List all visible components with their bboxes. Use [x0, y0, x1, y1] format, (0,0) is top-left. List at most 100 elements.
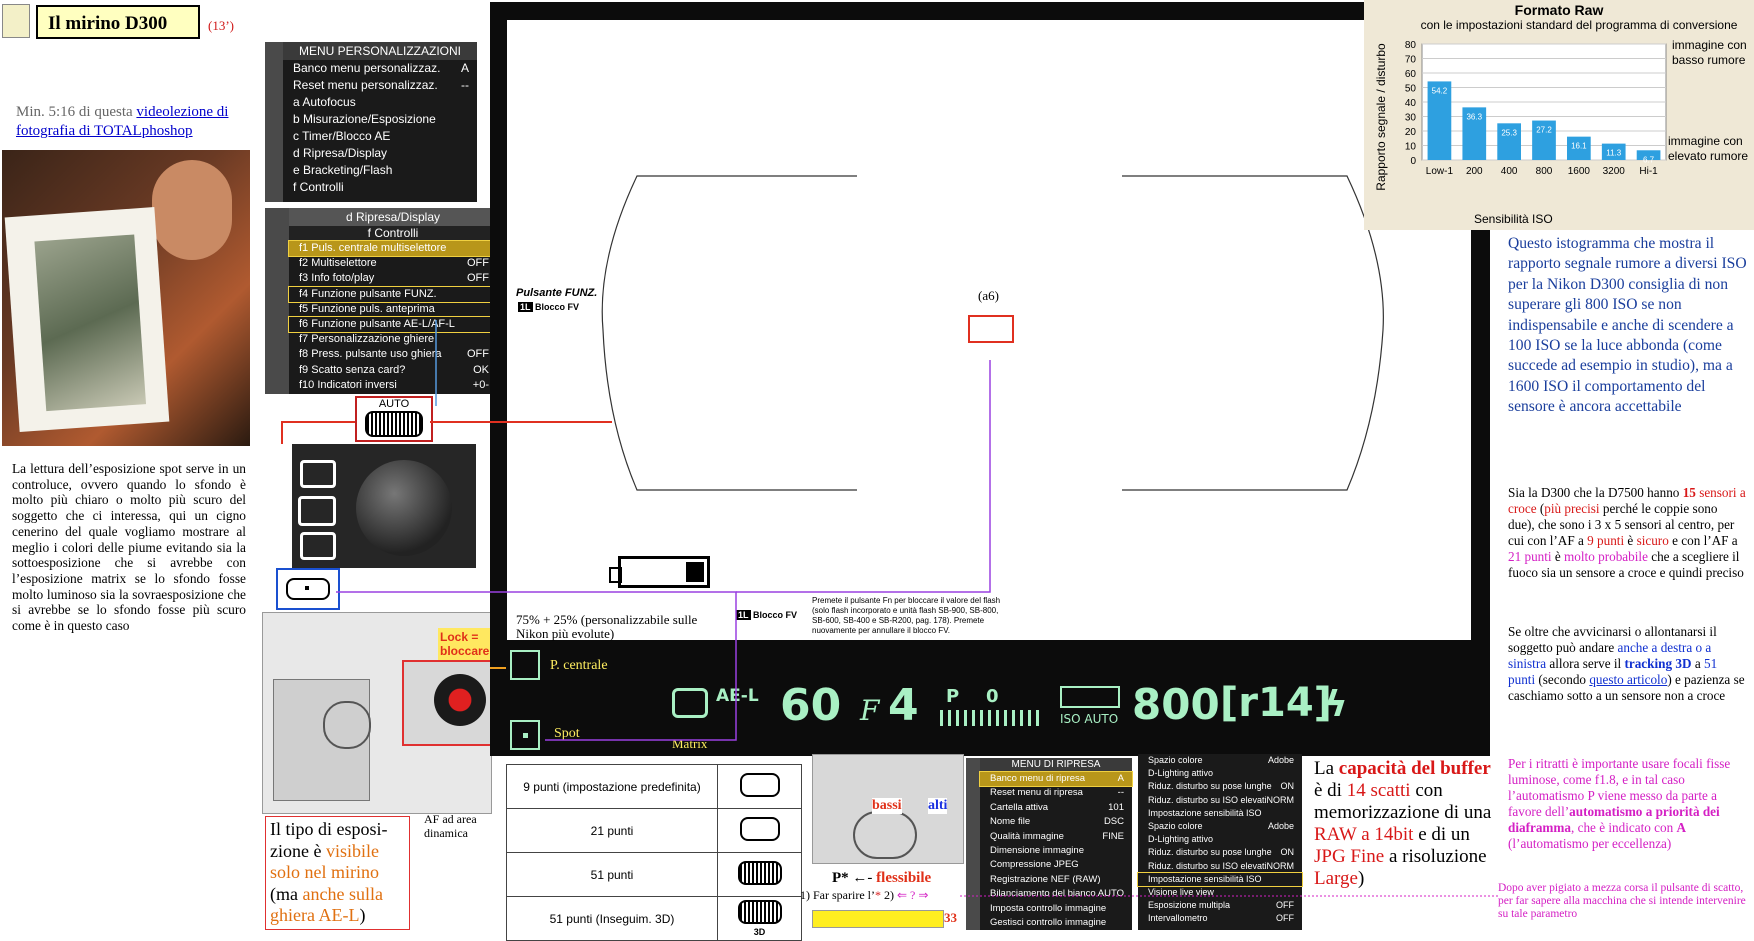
af-row: 21 punti: [506, 808, 802, 853]
menu-item-label: a Autofocus: [293, 95, 356, 109]
y-tick-label: 60: [1405, 69, 1417, 80]
playback-controls: [812, 910, 944, 928]
menu-item-label: Registrazione NEF (RAW): [990, 873, 1101, 885]
y-tick-label: 50: [1405, 84, 1417, 95]
dial-shape: [853, 811, 917, 859]
menu-item[interactable]: c Timer/Blocco AE: [283, 128, 477, 145]
menu-item[interactable]: Qualità immagine FINE: [980, 830, 1132, 844]
menu-item[interactable]: a Autofocus: [283, 94, 477, 111]
menu-item-value: OFF: [467, 272, 489, 285]
note-icon: [2, 4, 30, 38]
menu-item[interactable]: f10 Indicatori inversi +0-: [289, 378, 497, 393]
bar-value-label: 6.7: [1643, 155, 1655, 164]
menu-item[interactable]: f6 Funzione pulsante AE-L/AF-L: [288, 315, 498, 334]
menu-item-label: f1 Puls. centrale multiselettore: [299, 242, 447, 254]
menu-item[interactable]: b Misurazione/Esposizione: [283, 111, 477, 128]
aperture-f: F: [860, 694, 880, 727]
menu-item-label: Reset menu di ripresa: [990, 787, 1083, 799]
percent-note: 75% + 25% (personalizzabile sulle Nikon …: [516, 612, 698, 641]
menu-item-label: Impostazione sensibilità ISO: [1148, 873, 1262, 884]
menu-item-value: Adobe: [1267, 755, 1294, 765]
menu-item[interactable]: Registrazione NEF (RAW): [980, 873, 1132, 887]
menu-item[interactable]: f Controlli: [283, 179, 477, 196]
menu-item[interactable]: d Ripresa/Display: [283, 145, 477, 162]
menu-item-label: f5 Funzione puls. anteprima: [299, 302, 435, 315]
controls-menu: d Ripresa/Display f Controlli f1 Puls. c…: [265, 208, 498, 394]
menu-item[interactable]: D-Lighting attivo: [1138, 767, 1302, 780]
exposure-scale: [940, 710, 1044, 726]
menu-title: MENU PERSONALIZZAZIONI: [283, 42, 477, 60]
menu-item[interactable]: Riduz. disturbo su ISO elevati NORM: [1138, 794, 1302, 807]
menu-item-label: Cartella attiva: [990, 801, 1049, 813]
menu-item[interactable]: f2 Multiselettore OFF: [289, 256, 497, 271]
menu-item[interactable]: Cartella attiva 101: [980, 801, 1132, 815]
chart-xlabel: Sensibilità ISO: [1474, 212, 1553, 226]
menu-item[interactable]: Banco menu personalizzaz. A: [283, 60, 477, 77]
menu-item[interactable]: Reset menu di ripresa --: [980, 786, 1132, 800]
lock-label: Lock = bloccare: [438, 628, 494, 660]
menu-item-label: Banco menu personalizzaz.: [293, 61, 441, 75]
buffer-capacity-note: La capacità del buffer è di 14 scatti co…: [1314, 758, 1492, 889]
menu-item-value: AUTO: [1097, 888, 1124, 900]
presenter-face: [152, 160, 232, 260]
menu-item-value: OFF: [1276, 913, 1294, 924]
menu-item-label: Compressione JPEG: [990, 859, 1079, 871]
menu-item[interactable]: Riduz. disturbo su pose lunghe ON: [1138, 780, 1302, 793]
menu-side-strip: [265, 208, 289, 394]
menu-item[interactable]: Visione live view: [1138, 886, 1302, 899]
af-row: 51 punti: [506, 852, 802, 897]
menu-item[interactable]: Riduz. disturbo su ISO elevati NORM: [1138, 860, 1302, 873]
menu-item[interactable]: f4 Funzione pulsante FUNZ.: [288, 285, 498, 303]
multi-selector: [323, 701, 371, 749]
af-row: 51 punti (Inseguim. 3D) 3D: [506, 896, 802, 941]
x-tick-label: 800: [1536, 166, 1553, 177]
menu-item[interactable]: D-Lighting attivo: [1138, 833, 1302, 846]
menu-item-value: DSC: [1103, 816, 1124, 828]
menu-item-value: ON: [1280, 781, 1295, 792]
menu-item-label: Gestisci controllo immagine: [990, 916, 1107, 928]
x-tick-label: Hi-1: [1639, 166, 1658, 177]
menu-item[interactable]: Reset menu personalizzaz. --: [283, 77, 477, 94]
menu-item[interactable]: Riduz. disturbo su pose lunghe ON: [1138, 846, 1302, 859]
video-thumbnail[interactable]: [2, 150, 250, 446]
menu-item[interactable]: e Bracketing/Flash: [283, 162, 477, 179]
menu-item[interactable]: Spazio colore Adobe: [1138, 820, 1302, 833]
menu-item[interactable]: Dimensione immagine: [980, 844, 1132, 858]
spot-icon: [300, 532, 336, 560]
menu-item-label: Qualità immagine: [990, 830, 1064, 842]
article-link[interactable]: questo articolo: [1589, 672, 1667, 687]
menu-item[interactable]: Esposizione multipla OFF: [1138, 899, 1302, 912]
menu-item[interactable]: Intervallometro OFF: [1138, 912, 1302, 925]
menu-item[interactable]: Impostazione sensibilità ISO: [1138, 807, 1302, 820]
menu-item[interactable]: f5 Funzione puls. anteprima: [289, 302, 497, 317]
ev-value: 0: [986, 686, 999, 707]
menu-item[interactable]: f3 Info foto/play OFF: [289, 271, 497, 286]
menu-item[interactable]: f7 Personalizzazione ghiere: [289, 332, 497, 347]
menu-item-label: f8 Press. pulsante uso ghiera: [299, 348, 442, 361]
y-tick-label: 80: [1405, 40, 1417, 51]
x-tick-label: 200: [1466, 166, 1483, 177]
menu-item[interactable]: Compressione JPEG: [980, 858, 1132, 872]
menu-item[interactable]: f1 Puls. centrale multiselettore: [288, 239, 498, 258]
menu-item-label: Esposizione multipla: [1148, 900, 1231, 911]
af-area-table: 9 punti (impostazione predefinita) 21 pu…: [506, 764, 802, 941]
bar-value-label: 36.3: [1466, 112, 1482, 121]
metering-visibility-note: Il tipo di esposi-zione è visibile solo …: [265, 816, 410, 930]
menu-item[interactable]: Impostazione sensibilità ISO: [1137, 871, 1303, 887]
menu-item[interactable]: Nome file DSC: [980, 815, 1132, 829]
menu-item-label: Spazio colore: [1148, 755, 1203, 765]
menu-item[interactable]: Imposta controllo immagine: [980, 902, 1132, 916]
viewfinder-lcd: AE-L 60 F 4 P 0 ISO AUTO 800 [r14] ϟ: [660, 676, 1480, 746]
menu-item[interactable]: f8 Press. pulsante uso ghiera OFF: [289, 347, 497, 362]
video-prefix: Min. 5:16 di questa: [16, 104, 137, 120]
flex-step-label: 1) Far sparire l’* 2) ⇐ ? ⇒: [800, 888, 929, 902]
menu-item[interactable]: Bilanciamento del bianco AUTO: [980, 887, 1132, 901]
bar-value-label: 16.1: [1571, 142, 1587, 151]
flash-ready-icon: ϟ: [1324, 684, 1348, 725]
af-point-box: [276, 568, 340, 610]
menu-item[interactable]: Spazio colore Adobe: [1138, 754, 1302, 767]
menu-item[interactable]: Gestisci controllo immagine: [980, 916, 1132, 930]
menu-item[interactable]: Banco menu di ripresa A: [979, 770, 1133, 788]
a6-label: (a6): [978, 288, 999, 303]
menu-item[interactable]: f9 Scatto senza card? OK: [289, 363, 497, 378]
